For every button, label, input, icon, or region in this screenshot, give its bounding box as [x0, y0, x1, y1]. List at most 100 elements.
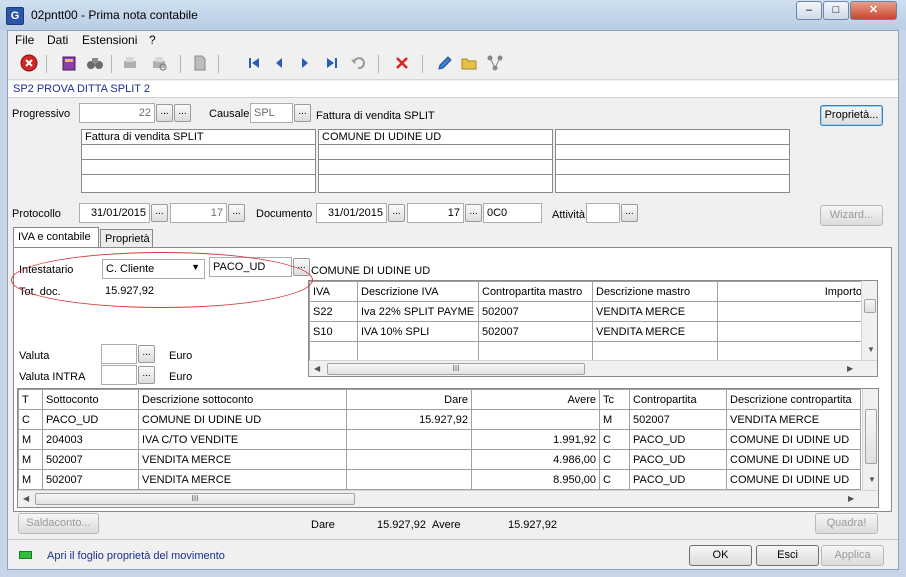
scroll-left-icon[interactable]: ◀ — [314, 364, 320, 373]
cell[interactable]: M — [18, 449, 43, 470]
iva-horizontal-scrollbar[interactable]: ◀ III ▶ — [309, 360, 877, 376]
cell[interactable]: M — [18, 469, 43, 490]
cell[interactable]: 15.927,92 — [346, 409, 472, 430]
binoculars-icon[interactable] — [85, 54, 105, 74]
minimize-button[interactable]: – — [796, 1, 822, 20]
exit-icon[interactable] — [19, 54, 39, 74]
cell[interactable]: VENDITA MERCE — [726, 409, 861, 430]
col-importo[interactable]: Importo — [717, 281, 866, 302]
cell[interactable]: C — [599, 429, 630, 450]
cell[interactable]: VENDITA MERCE — [138, 469, 347, 490]
cell[interactable]: COMUNE DI UDINE UD — [726, 469, 861, 490]
scroll-left-icon[interactable]: ◀ — [23, 494, 29, 503]
scroll-thumb[interactable]: III — [327, 363, 585, 375]
cell[interactable]: S10 — [309, 321, 358, 342]
saldaconto-button[interactable]: Saldaconto... — [18, 513, 99, 534]
documento-number-field[interactable]: 17 — [407, 203, 464, 223]
scroll-down-icon[interactable]: ▼ — [867, 345, 875, 354]
progressivo-field[interactable]: 22 — [79, 103, 155, 123]
table-row[interactable]: M 502007 VENDITA MERCE 8.950,00 C PACO_U… — [18, 469, 861, 490]
iva-table[interactable]: IVA Descrizione IVA Contropartita mastro… — [308, 280, 878, 377]
col-tc[interactable]: Tc — [599, 389, 630, 410]
cell[interactable]: S22 — [309, 301, 358, 322]
cell[interactable]: COMUNE DI UDINE UD — [138, 409, 347, 430]
cell[interactable] — [478, 341, 593, 362]
cell[interactable]: COMUNE DI UDINE UD — [726, 429, 861, 450]
table-row[interactable]: M 204003 IVA C/TO VENDITE 1.991,92 C PAC… — [18, 429, 861, 450]
table-row[interactable] — [309, 341, 866, 362]
table-row[interactable]: S10 IVA 10% SPLI 502007 VENDITA MERCE — [309, 321, 866, 342]
protocollo-date-button[interactable]: ... — [151, 204, 168, 222]
progressivo-lookup-button[interactable]: ... — [156, 104, 173, 122]
documento-number-button[interactable]: ... — [465, 204, 482, 222]
cell[interactable]: 1.991,92 — [471, 429, 600, 450]
cell[interactable]: 4.986,00 — [471, 449, 600, 470]
causale-code-field[interactable]: SPL — [250, 103, 293, 123]
table-row[interactable]: C PACO_UD COMUNE DI UDINE UD 15.927,92 M… — [18, 409, 861, 430]
cell[interactable] — [346, 429, 472, 450]
cell[interactable]: Iva 22% SPLIT PAYME — [357, 301, 479, 322]
cell[interactable]: M — [18, 429, 43, 450]
valuta-field[interactable] — [101, 344, 137, 364]
tab-proprieta[interactable]: Proprietà — [100, 229, 153, 249]
cell[interactable]: VENDITA MERCE — [592, 321, 718, 342]
cell[interactable]: PACO_UD — [629, 449, 727, 470]
document-icon[interactable] — [190, 54, 210, 74]
documento-date-button[interactable]: ... — [388, 204, 405, 222]
col-contropartita-mastro[interactable]: Contropartita mastro — [478, 281, 593, 302]
cell[interactable]: IVA C/TO VENDITE — [138, 429, 347, 450]
scroll-right-icon[interactable]: ▶ — [847, 364, 853, 373]
description-box-2[interactable]: COMUNE DI UDINE UD — [318, 129, 553, 193]
undo-icon[interactable] — [348, 54, 368, 74]
esci-button[interactable]: Esci — [756, 545, 819, 566]
accounts-horizontal-scrollbar[interactable]: ◀ III ▶ — [18, 490, 878, 507]
tab-iva-contabile[interactable]: IVA e contabile — [13, 227, 99, 248]
cell[interactable]: PACO_UD — [629, 429, 727, 450]
cell[interactable]: C — [18, 409, 43, 430]
cell[interactable]: M — [599, 409, 630, 430]
wizard-button[interactable]: Wizard... — [820, 205, 883, 226]
menu-help[interactable]: ? — [149, 33, 156, 47]
quadra-button[interactable]: Quadra! — [815, 513, 878, 534]
cell[interactable] — [592, 341, 718, 362]
cell[interactable] — [357, 341, 479, 362]
cell[interactable]: C — [599, 469, 630, 490]
first-record-icon[interactable] — [244, 54, 264, 74]
cell[interactable]: PACO_UD — [629, 469, 727, 490]
accounts-table[interactable]: T Sottoconto Descrizione sottoconto Dare… — [17, 388, 879, 508]
valuta-intra-field[interactable] — [101, 365, 137, 385]
col-descrizione-iva[interactable]: Descrizione IVA — [357, 281, 479, 302]
proprieta-button[interactable]: Proprietà... — [820, 105, 883, 126]
cell[interactable]: COMUNE DI UDINE UD — [726, 449, 861, 470]
maximize-button[interactable]: □ — [823, 1, 849, 20]
print-preview-icon[interactable] — [149, 54, 169, 74]
book-icon[interactable] — [59, 54, 79, 74]
scroll-thumb[interactable] — [864, 299, 876, 313]
cell[interactable] — [346, 449, 472, 470]
cell[interactable]: VENDITA MERCE — [592, 301, 718, 322]
delete-icon[interactable] — [392, 54, 412, 74]
cell[interactable] — [717, 321, 866, 342]
previous-record-icon[interactable] — [269, 54, 289, 74]
next-record-icon[interactable] — [295, 54, 315, 74]
description-box-3[interactable] — [555, 129, 790, 193]
cell[interactable] — [346, 469, 472, 490]
cell[interactable]: 8.950,00 — [471, 469, 600, 490]
close-window-button[interactable]: ✕ — [850, 1, 897, 20]
valuta-lookup-button[interactable]: ... — [138, 345, 155, 363]
col-descrizione-contropartita[interactable]: Descrizione contropartita — [726, 389, 861, 410]
col-t[interactable]: T — [18, 389, 43, 410]
cell[interactable]: C — [599, 449, 630, 470]
col-descrizione-sottoconto[interactable]: Descrizione sottoconto — [138, 389, 347, 410]
cell[interactable]: PACO_UD — [42, 409, 139, 430]
col-descrizione-mastro[interactable]: Descrizione mastro — [592, 281, 718, 302]
folder-icon[interactable] — [459, 54, 479, 74]
protocollo-number-field[interactable]: 17 — [170, 203, 227, 223]
cell[interactable]: VENDITA MERCE — [138, 449, 347, 470]
protocollo-date-field[interactable]: 31/01/2015 — [79, 203, 150, 223]
menu-estensioni[interactable]: Estensioni — [82, 33, 137, 47]
iva-vertical-scrollbar[interactable]: ▼ — [861, 281, 877, 360]
description-box-1[interactable]: Fattura di vendita SPLIT — [81, 129, 316, 193]
cell[interactable] — [717, 341, 866, 362]
col-contropartita[interactable]: Contropartita — [629, 389, 727, 410]
